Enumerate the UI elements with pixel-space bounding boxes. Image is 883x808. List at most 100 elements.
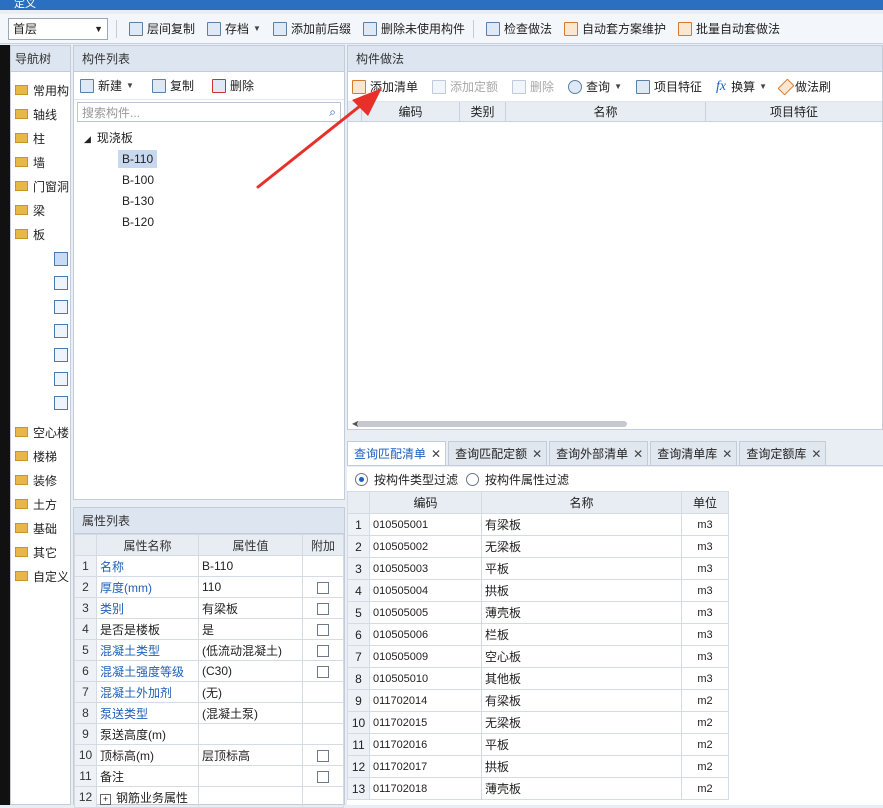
scrollbar-thumb[interactable] [357,421,627,427]
property-row[interactable]: 2 厚度(mm) 110 [74,576,344,598]
query-button[interactable]: 查询 ▼ [568,78,622,95]
auto-plan-button[interactable]: 自动套方案维护 [564,20,666,37]
tree-node-root[interactable]: ◢ 现浇板 [84,128,344,149]
method-brush-button[interactable]: 做法刷 [777,78,831,95]
tab-match-quota[interactable]: 查询匹配定额 ✕ [448,441,548,465]
property-value[interactable]: (无) [198,681,303,703]
close-icon[interactable]: ✕ [811,447,821,461]
property-row[interactable]: 4 是否是楼板 是 [74,618,344,640]
tree-leaf[interactable]: B-130 [84,191,344,212]
result-row[interactable]: 2 010505002 无梁板 m3 [347,535,729,558]
tab-match-list[interactable]: 查询匹配清单 ✕ [347,441,447,465]
property-row[interactable]: 3 类别 有梁板 [74,597,344,619]
slab-opening-icon[interactable] [54,324,68,338]
attach-checkbox[interactable] [317,602,329,615]
search-input[interactable]: 搜索构件... ⌕ [77,102,341,122]
add-prefix-suffix-button[interactable]: 添加前后缀 [272,20,351,37]
slab-load-icon[interactable] [54,372,68,386]
attach-checkbox[interactable] [317,665,329,678]
result-row[interactable]: 8 010505010 其他板 m3 [347,667,729,690]
nav-item[interactable]: 板 [11,222,70,246]
filter-by-attribute-radio[interactable] [466,472,480,486]
archive-button[interactable]: 存档 ▼ [207,20,261,37]
add-list-button[interactable]: 添加清单 [352,78,418,95]
attach-checkbox[interactable] [317,623,329,636]
result-row[interactable]: 7 010505009 空心板 m3 [347,645,729,668]
nav-item[interactable]: 梁 [11,198,70,222]
result-row[interactable]: 3 010505003 平板 m3 [347,557,729,580]
result-row[interactable]: 9 011702014 有梁板 m2 [347,689,729,712]
nav-item[interactable]: 基础 [11,516,70,540]
hollow-slab-icon[interactable] [54,276,68,290]
new-button[interactable]: 新建 ▼ [80,77,134,94]
check-method-button[interactable]: 检查做法 [485,20,552,37]
nav-item[interactable]: 土方 [11,492,70,516]
attach-checkbox[interactable] [317,644,329,657]
convert-button[interactable]: fx 换算 ▼ [716,78,767,95]
column-cap-icon[interactable] [54,300,68,314]
property-value[interactable] [198,786,303,808]
batch-auto-button[interactable]: 批量自动套做法 [678,20,780,37]
nav-item[interactable]: 空心楼 [11,420,70,444]
nav-item[interactable]: 自定义 [11,564,70,588]
tab-external-list[interactable]: 查询外部清单 ✕ [549,441,649,465]
property-row[interactable]: 9 泵送高度(m) [74,723,344,745]
slab-rebar-icon[interactable] [54,348,68,362]
close-icon[interactable]: ✕ [532,447,542,461]
tree-leaf[interactable]: B-100 [84,170,344,191]
result-row[interactable]: 5 010505005 薄壳板 m3 [347,601,729,624]
filter-by-type-radio[interactable] [355,472,368,486]
nav-item[interactable]: 装修 [11,468,70,492]
property-value[interactable] [198,723,303,745]
property-value[interactable]: 层顶标高 [198,744,303,766]
property-value[interactable]: 110 [198,576,303,598]
copy-button[interactable]: 复制 [151,77,194,94]
tree-leaf[interactable]: B-120 [84,212,344,233]
method-delete-button[interactable]: 删除 [512,78,554,95]
type-column-header[interactable]: 类别 [460,102,506,121]
attach-checkbox[interactable] [317,581,329,594]
property-value[interactable]: 有梁板 [198,597,303,619]
expand-plus-icon[interactable]: + [100,793,111,805]
tree-leaf[interactable]: B-110 [84,149,344,170]
attach-checkbox[interactable] [317,749,329,762]
nav-item[interactable]: 门窗洞 [11,174,70,198]
slab-icon[interactable] [54,252,68,266]
add-quota-button[interactable]: 添加定额 [432,78,498,95]
nav-item[interactable]: 柱 [11,126,70,150]
delete-unused-button[interactable]: 删除未使用构件 [362,20,465,37]
result-row[interactable]: 13 011702018 薄壳板 m2 [347,777,729,800]
result-row[interactable]: 10 011702015 无梁板 m2 [347,711,729,734]
slab-strip-icon[interactable] [54,396,68,410]
result-row[interactable]: 6 010505006 栏板 m3 [347,623,729,646]
result-name-header[interactable]: 名称 [481,491,682,514]
close-icon[interactable]: ✕ [633,447,643,461]
search-icon[interactable]: ⌕ [329,105,336,120]
property-row[interactable]: 7 混凝土外加剂 (无) [74,681,344,703]
property-row[interactable]: 10 顶标高(m) 层顶标高 [74,744,344,766]
property-row[interactable]: 12 + 钢筋业务属性 [74,786,344,808]
property-value[interactable]: (C30) [198,660,303,682]
result-row[interactable]: 12 011702017 拱板 m2 [347,755,729,778]
property-value[interactable]: (低流动混凝土) [198,639,303,661]
property-value[interactable] [198,765,303,787]
item-feature-button[interactable]: 项目特征 [635,78,702,95]
name-column-header[interactable]: 名称 [506,102,706,121]
attach-checkbox[interactable] [317,770,329,783]
delete-button[interactable]: 删除 [211,77,254,94]
result-code-header[interactable]: 编码 [369,491,482,514]
nav-item[interactable]: 轴线 [11,102,70,126]
result-unit-header[interactable]: 单位 [681,491,729,514]
nav-item[interactable]: 其它 [11,540,70,564]
property-value[interactable]: 是 [198,618,303,640]
nav-item[interactable]: 楼梯 [11,444,70,468]
tab-list-library[interactable]: 查询清单库 ✕ [650,441,738,465]
result-row[interactable]: 1 010505001 有梁板 m3 [347,513,729,536]
property-row[interactable]: 5 混凝土类型 (低流动混凝土) [74,639,344,661]
copy-between-floors-button[interactable]: 层间复制 [129,20,195,37]
close-icon[interactable]: ✕ [431,447,441,461]
tab-quota-library[interactable]: 查询定额库 ✕ [739,441,827,465]
result-row[interactable]: 4 010505004 拱板 m3 [347,579,729,602]
property-value[interactable]: (混凝土泵) [198,702,303,724]
property-row[interactable]: 8 泵送类型 (混凝土泵) [74,702,344,724]
